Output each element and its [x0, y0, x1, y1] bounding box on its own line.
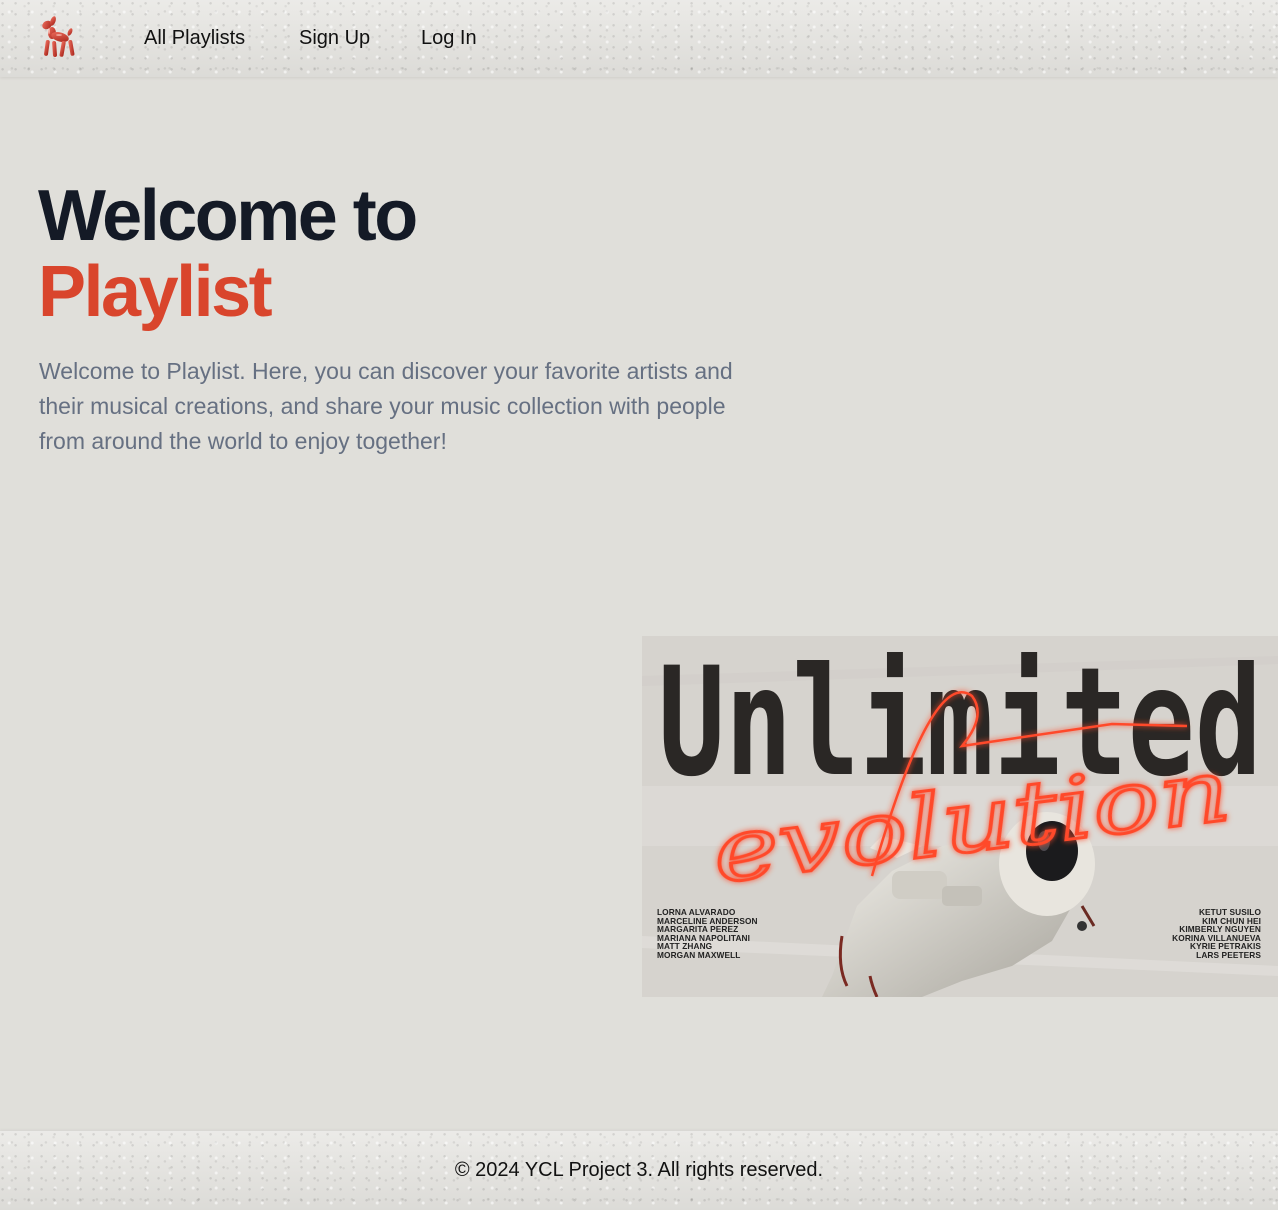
poster-names-right: KETUT SUSILO KIM CHUN HEI KIMBERLY NGUYE… — [1172, 908, 1261, 959]
hero-title-brand: Playlist — [38, 252, 273, 332]
nav-all-playlists[interactable]: All Playlists — [144, 25, 245, 51]
hero-title-line1: Welcome to — [38, 176, 418, 256]
balloon-dog-icon[interactable] — [38, 16, 78, 60]
hero-title: Welcome to Playlist — [38, 176, 418, 332]
poster-image: Unlimited evolution LORNA ALVARADO MARCE… — [642, 636, 1278, 997]
poster-names-left: LORNA ALVARADO MARCELINE ANDERSON MARGAR… — [657, 908, 758, 959]
footer-copyright: © 2024 YCL Project 3. All rights reserve… — [454, 1159, 824, 1181]
navbar: All Playlists Sign Up Log In — [0, 0, 1278, 77]
nav-sign-up[interactable]: Sign Up — [299, 25, 370, 51]
hero-description: Welcome to Playlist. Here, you can disco… — [39, 358, 733, 454]
nav-log-in[interactable]: Log In — [421, 25, 477, 51]
footer: © 2024 YCL Project 3. All rights reserve… — [0, 1131, 1278, 1210]
poster-name: LARS PEETERS — [1196, 949, 1261, 960]
poster-name: MORGAN MAXWELL — [657, 949, 741, 960]
